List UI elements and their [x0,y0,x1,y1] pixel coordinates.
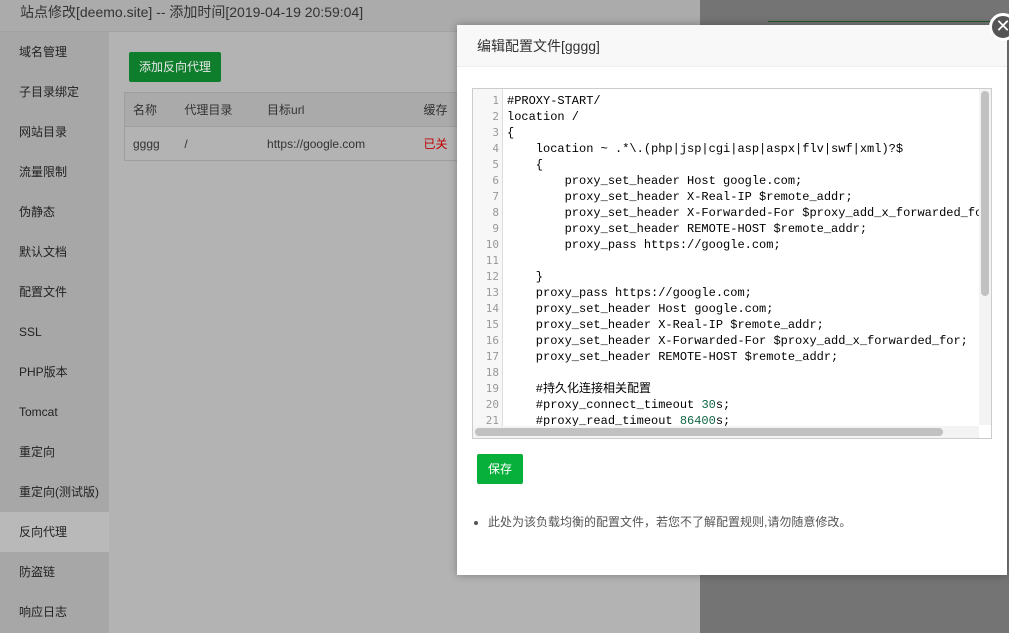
line-number: 12 [485,270,499,283]
line-numbers: 1 2 3 4 5 6 7 8 9 10 11 12 13 14 15 16 17 18 19 20 21 [473,89,503,438]
table-row[interactable]: gggg / https://google.com 已关 [125,127,464,161]
sidebar-item[interactable]: 重定向(测试版) [0,472,109,512]
scrollbar-thumb[interactable] [981,91,989,296]
line-number: 5 [492,158,499,171]
sidebar-item[interactable]: 响应日志 [0,592,109,632]
code-line: } [507,270,544,284]
code-line: proxy_set_header X-Forwarded-For $proxy_… [507,334,968,348]
sidebar-item[interactable]: 配置文件 [0,272,109,312]
sidebar-item[interactable]: 默认文档 [0,232,109,272]
code-line: proxy_set_header X-Real-IP $remote_addr; [507,318,824,332]
code-line: proxy_set_header Host google.com; [507,174,803,188]
divider [768,21,1009,22]
table-cell: / [184,136,188,151]
sidebar-item[interactable]: 重定向 [0,432,109,472]
sidebar-item[interactable]: 网站目录 [0,112,109,152]
code-line: #proxy_connect_timeout 30s; [507,398,731,412]
modal-title: 编辑配置文件[gggg] [457,25,1007,67]
line-number: 19 [485,382,499,395]
sidebar: 域名管理 子目录绑定 网站目录 流量限制 伪静态 默认文档 配置文件 SSL PHP版本 Tomc… [0,32,109,633]
horizontal-scrollbar[interactable] [473,426,979,438]
sidebar-item[interactable]: 域名管理 [0,32,109,72]
line-number: 9 [492,222,499,235]
sidebar-item[interactable]: 子目录绑定 [0,72,109,112]
line-number: 16 [485,334,499,347]
column-header: 目标url [259,92,416,127]
line-number: 7 [492,190,499,203]
code-editor[interactable]: 1 2 3 4 5 6 7 8 9 10 11 12 13 14 15 16 17 18 19 20 21 #PROXY… [472,88,992,439]
line-number: 2 [492,110,499,123]
line-number: 1 [492,94,499,107]
line-number: 13 [485,286,499,299]
save-button[interactable]: 保存 [477,454,523,484]
sidebar-item[interactable]: 流量限制 [0,152,109,192]
line-number: 14 [485,302,499,315]
code-line: location / [507,110,580,124]
code-line: #PROXY-START/ [507,94,601,108]
line-number: 11 [485,254,499,267]
vertical-scrollbar[interactable] [979,89,991,425]
table-cell: gggg [133,136,160,151]
line-number: 18 [485,366,499,379]
line-number: 4 [492,142,499,155]
add-reverse-proxy-button[interactable]: 添加反向代理 [129,52,222,82]
line-number: 17 [485,350,499,363]
line-number: 6 [492,174,499,187]
note-text: 此处为该负载均衡的配置文件，若您不了解配置规则,请勿随意修改。 [488,513,851,530]
code-content[interactable]: #PROXY-START/location / { location ~ .*\.… [507,93,982,429]
sidebar-item[interactable]: SSL [0,312,109,352]
line-number: 15 [485,318,499,331]
code-line: { [507,126,515,140]
sidebar-item[interactable]: Tomcat [0,392,109,432]
column-header: 代理目录 [176,92,260,127]
code-line: proxy_set_header X-Forwarded-For $proxy_… [507,206,983,220]
code-line: #持久化连接相关配置 [507,382,652,396]
sidebar-item[interactable]: 防盗链 [0,552,109,592]
code-line: { [507,158,544,172]
line-number: 20 [485,398,499,411]
code-line: proxy_pass https://google.com; [507,286,752,300]
edit-config-modal: 编辑配置文件[gggg] ✕ 1 2 3 4 5 6 7 8 9 10 11 12 13 14 15 16 17… [457,13,1009,575]
code-line: proxy_set_header X-Real-IP $remote_addr; [507,190,853,204]
code-line: proxy_pass https://google.com; [507,238,781,252]
proxy-table: 名称 代理目录 目标url 缓存 gggg / https://google.com 已关 [124,92,464,161]
code-line: proxy_set_header REMOTE-HOST $remote_add… [507,350,839,364]
column-header: 名称 [124,92,177,127]
line-number: 3 [492,126,499,139]
close-icon[interactable]: ✕ [989,13,1009,41]
code-line: location ~ .*\.(php|jsp|cgi|asp|aspx|flv… [507,142,904,156]
code-line: proxy_set_header Host google.com; [507,302,774,316]
line-number: 8 [492,206,499,219]
sidebar-item[interactable]: 伪静态 [0,192,109,232]
table-cell: https://google.com [267,136,366,151]
line-number: 10 [485,238,499,251]
code-line: proxy_set_header REMOTE-HOST $remote_add… [507,222,868,236]
sidebar-item[interactable]: 反向代理 [0,512,109,552]
scrollbar-thumb[interactable] [475,428,943,436]
sidebar-item[interactable]: PHP版本 [0,352,109,392]
